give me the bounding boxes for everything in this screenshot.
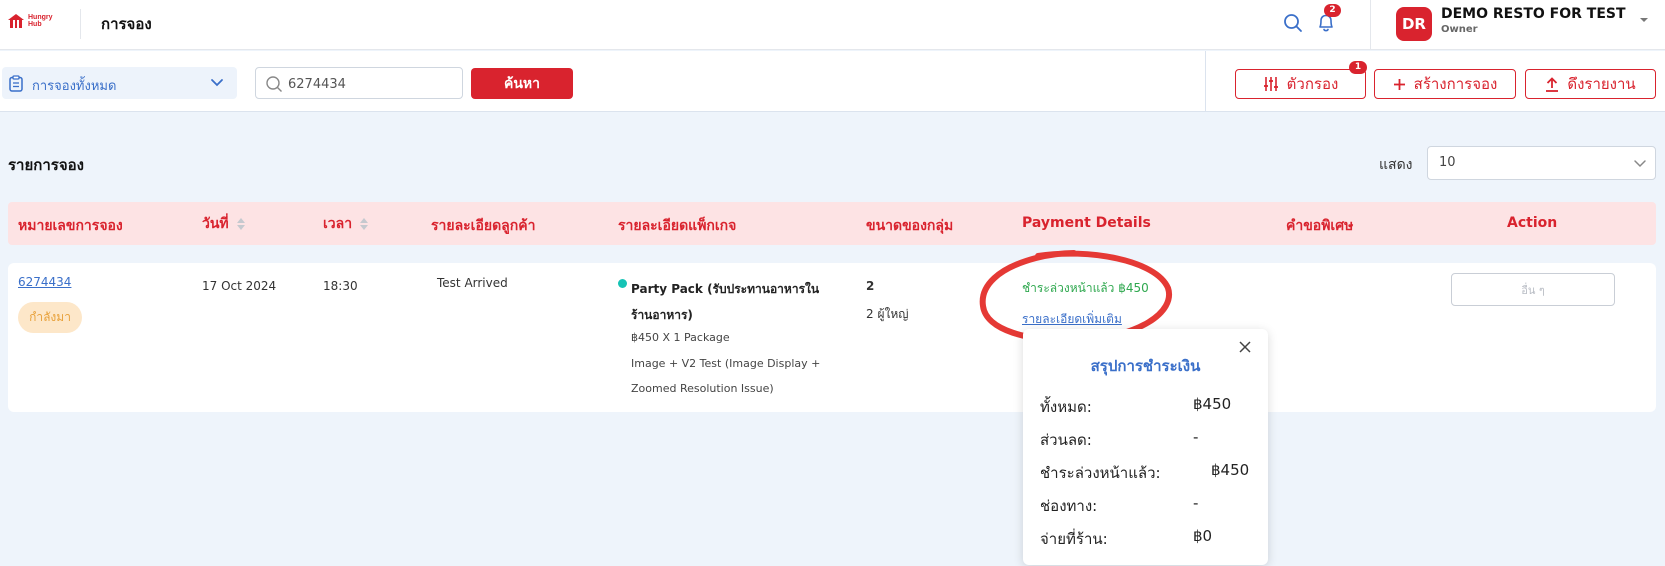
summary-total-label: ทั้งหมด: (1040, 398, 1092, 416)
column-header-package: รายละเอียดแพ็กเกจ (618, 218, 737, 234)
booking-id-link[interactable]: 6274434 (18, 275, 71, 289)
column-header-payment: Payment Details (1022, 215, 1151, 231)
filter-divider (1205, 51, 1206, 112)
filter-button[interactable]: ตัวกรอง (1235, 69, 1366, 99)
summary-channel-value: - (1193, 494, 1199, 512)
filter-count-badge: 1 (1349, 61, 1367, 74)
create-booking-button[interactable]: สร้างการจอง (1374, 69, 1516, 99)
export-report-button[interactable]: ดึงรายงาน (1525, 69, 1656, 99)
column-header-action: Action (1507, 215, 1558, 231)
column-header-date[interactable]: วันที่ (202, 213, 245, 235)
status-badge: กำลังมา (18, 302, 82, 333)
column-header-customer: รายละเอียดลูกค้า (431, 218, 536, 234)
package-note-line1: Image + V2 Test (Image Display + (631, 357, 821, 370)
booking-scope-label: การจองทั้งหมด (32, 79, 117, 94)
user-role: Owner (1441, 24, 1478, 35)
summary-discount-label: ส่วนลด: (1040, 431, 1092, 449)
search-field[interactable] (255, 67, 463, 99)
booking-date: 17 Oct 2024 (202, 279, 277, 293)
page-size-select[interactable]: 10 (1427, 146, 1656, 180)
filter-button-label: ตัวกรอง (1286, 75, 1339, 93)
column-header-time-label: เวลา (323, 216, 353, 232)
chevron-down-icon (211, 79, 223, 87)
header-divider-right (1370, 0, 1371, 50)
restaurant-name[interactable]: DEMO RESTO FOR TEST (1441, 6, 1626, 22)
table-header (8, 202, 1656, 245)
create-booking-label: สร้างการจอง (1413, 75, 1498, 93)
summary-pay-at-store-label: จ่ายที่ร้าน: (1040, 530, 1108, 548)
package-note-line2: Zoomed Resolution Issue) (631, 382, 774, 395)
booking-scope-select[interactable]: การจองทั้งหมด (2, 67, 237, 99)
close-icon[interactable] (1238, 340, 1252, 354)
summary-prepaid-label: ชำระล่วงหน้าแล้ว: (1040, 464, 1161, 482)
summary-total-value: ฿450 (1193, 395, 1232, 413)
payment-summary-title: สรุปการชำระเงิน (1090, 357, 1201, 375)
more-actions-button[interactable]: อื่น ๆ (1451, 273, 1615, 306)
export-report-label: ดึงรายงาน (1567, 75, 1636, 93)
package-price: ฿450 X 1 Package (631, 331, 730, 344)
package-name: Party Pack (รับประทานอาหารในร้านอาหาร) (631, 282, 820, 322)
sliders-icon (1263, 77, 1278, 91)
column-header-special-request: คำขอพิเศษ (1286, 218, 1354, 234)
summary-channel-label: ช่องทาง: (1040, 497, 1098, 515)
package-status-dot (618, 279, 627, 288)
logo-icon (8, 14, 24, 28)
notification-badge: 2 (1324, 4, 1341, 17)
search-input[interactable] (288, 73, 456, 95)
clipboard-icon (9, 75, 23, 92)
chevron-down-icon[interactable] (1638, 14, 1650, 26)
customer-name: Test Arrived (437, 276, 508, 290)
party-detail: 2 ผู้ใหญ่ (866, 307, 909, 321)
chevron-down-icon (1634, 160, 1646, 168)
page-size-label: แสดง (1379, 157, 1413, 173)
logo-text: Hungry Hub (28, 14, 53, 28)
search-icon[interactable] (1283, 13, 1303, 33)
sort-icon[interactable] (360, 218, 369, 230)
summary-pay-at-store-value: ฿0 (1193, 527, 1213, 545)
page-title: การจอง (101, 15, 152, 33)
summary-discount-value: - (1193, 428, 1199, 446)
hungry-hub-logo[interactable]: Hungry Hub (8, 14, 62, 28)
column-header-date-label: วันที่ (202, 216, 229, 232)
plus-icon (1393, 78, 1405, 90)
section-title: รายการจอง (8, 156, 84, 174)
column-header-booking-number: หมายเลขการจอง (18, 218, 123, 234)
header-divider (80, 9, 81, 39)
search-button[interactable]: ค้นหา (471, 68, 573, 99)
avatar[interactable]: DR (1396, 7, 1432, 41)
sort-icon[interactable] (236, 218, 245, 230)
search-icon (266, 76, 282, 92)
upload-icon (1546, 76, 1559, 92)
column-header-time[interactable]: เวลา (323, 213, 369, 235)
payment-details-link[interactable]: รายละเอียดเพิ่มเติม (1022, 310, 1122, 329)
payment-status: ชำระล่วงหน้าแล้ว ฿450 (1022, 281, 1149, 295)
column-header-party-size: ขนาดของกลุ่ม (866, 218, 954, 234)
party-size: 2 (866, 279, 875, 293)
booking-time: 18:30 (323, 279, 358, 293)
page-size-value: 10 (1439, 155, 1456, 170)
summary-prepaid-value: ฿450 (1211, 461, 1250, 479)
